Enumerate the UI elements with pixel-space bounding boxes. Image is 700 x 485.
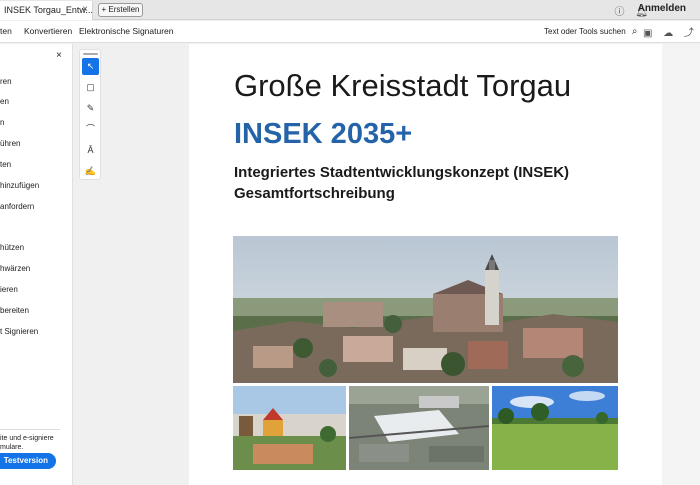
draw-icon[interactable]: ⌒: [82, 121, 99, 138]
sidebar-item[interactable]: ten: [0, 160, 11, 169]
right-panel: [662, 44, 700, 485]
industrial-site-photo: [349, 386, 489, 470]
select-arrow-icon[interactable]: ↖: [82, 58, 99, 75]
menu-item-partial[interactable]: ten: [0, 26, 12, 36]
sidebar-item[interactable]: bereiten: [0, 306, 29, 315]
promo-text: ite und e-signiere mulare.: [0, 429, 60, 452]
document-title: Große Kreisstadt Torgau: [234, 68, 572, 103]
sidebar-item[interactable]: en: [0, 97, 9, 106]
pdf-page: Große Kreisstadt Torgau INSEK 2035+ Inte…: [189, 44, 662, 485]
sidebar-item[interactable]: anfordern: [0, 202, 34, 211]
description-line: Gesamtfortschreibung: [234, 185, 395, 202]
comment-icon[interactable]: ▢: [82, 79, 99, 96]
meadow-photo: [492, 386, 618, 470]
save-icon[interactable]: ▣: [643, 28, 652, 39]
close-sidebar-icon[interactable]: ×: [56, 50, 62, 61]
document-description: Integriertes Stadtentwicklungskonzept (I…: [234, 162, 569, 204]
sidebar-item[interactable]: hinzufügen: [0, 181, 39, 190]
description-line: Integriertes Stadtentwicklungskonzept (I…: [234, 164, 570, 181]
sidebar-item[interactable]: hwärzen: [0, 264, 30, 273]
menu-item-convert[interactable]: Konvertieren: [24, 26, 72, 36]
document-subtitle: INSEK 2035+: [234, 118, 413, 150]
sidebar-item[interactable]: ieren: [0, 285, 18, 294]
help-icon[interactable]: ⓘ: [615, 7, 625, 18]
sidebar-item[interactable]: ren: [0, 77, 12, 86]
trial-button[interactable]: Testversion: [0, 453, 56, 469]
text-box-icon[interactable]: Ā: [82, 142, 99, 159]
create-button[interactable]: + Erstellen: [98, 3, 143, 17]
annotation-toolbar: ↖ ▢ ✎ ⌒ Ā ✍: [79, 49, 101, 180]
cloud-icon[interactable]: ☁: [663, 28, 673, 39]
right-toolbar-icons: ▣ ☁ ⤴: [635, 24, 694, 39]
pen-icon[interactable]: ✎: [82, 100, 99, 117]
promo-line: mulare.: [0, 444, 24, 451]
menu-bar: ten Konvertieren Elektronische Signature…: [0, 21, 700, 43]
login-button[interactable]: Anmelden: [638, 3, 686, 14]
aerial-town-photo: [233, 236, 618, 383]
search-label: Text oder Tools suchen: [544, 27, 626, 36]
tab-label: INSEK Torgau_Entw...: [4, 5, 93, 15]
close-tab-icon[interactable]: ×: [82, 1, 88, 19]
playground-photo: [233, 386, 346, 470]
tool-search[interactable]: Text oder Tools suchen ⌕: [544, 26, 638, 37]
share-icon[interactable]: ⤴: [684, 28, 694, 39]
sidebar-item[interactable]: n: [0, 118, 4, 127]
tab-bar: INSEK Torgau_Entw... × + Erstellen ⓘ 🔔︎ …: [0, 0, 700, 20]
tools-sidebar: × ren en n ühren ten hinzufügen anforder…: [0, 44, 73, 485]
menu-item-esign[interactable]: Elektronische Signaturen: [79, 26, 174, 36]
promo-line: ite und e-signiere: [0, 435, 54, 442]
sidebar-item[interactable]: t Signieren: [0, 327, 38, 336]
drag-handle[interactable]: [83, 53, 98, 55]
sidebar-item[interactable]: ühren: [0, 139, 20, 148]
sign-icon[interactable]: ✍: [82, 163, 99, 180]
sidebar-item[interactable]: hützen: [0, 243, 24, 252]
document-tab[interactable]: INSEK Torgau_Entw... ×: [0, 1, 93, 20]
